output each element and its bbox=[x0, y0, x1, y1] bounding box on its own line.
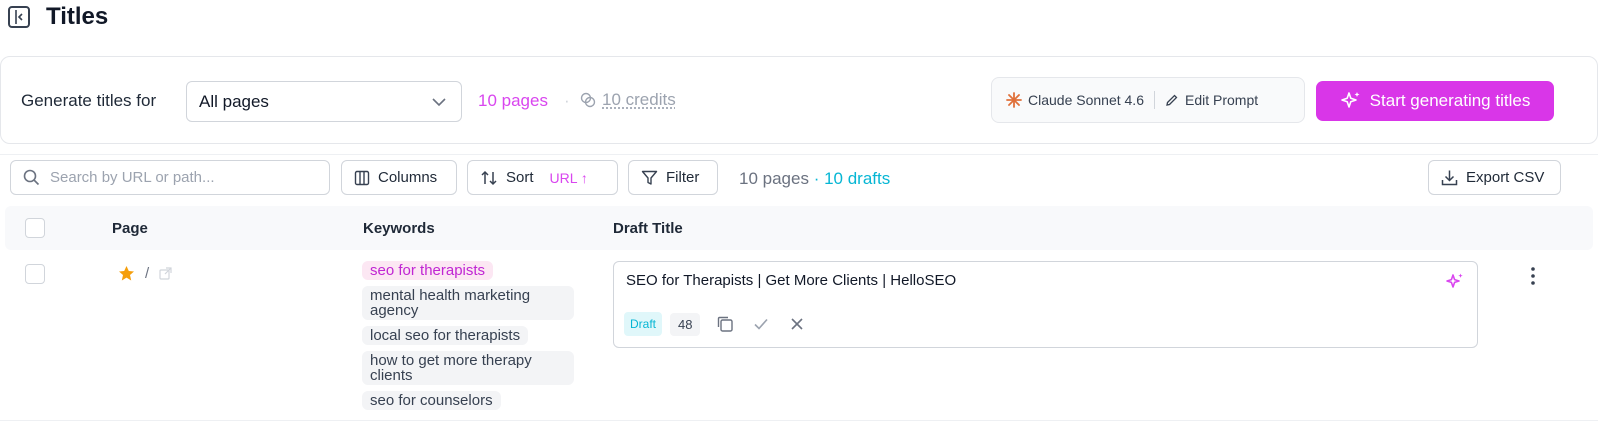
status-badge: Draft bbox=[624, 312, 663, 336]
credits-text: 10 credits bbox=[602, 90, 676, 109]
coins-icon bbox=[580, 92, 596, 108]
check-icon[interactable] bbox=[750, 313, 772, 335]
draft-title-editor[interactable]: SEO for Therapists | Get More Clients | … bbox=[613, 261, 1478, 348]
generate-panel: Generate titles for All pages 10 pages ·… bbox=[0, 56, 1598, 144]
star-icon[interactable] bbox=[118, 265, 135, 282]
sidebar-collapse-icon[interactable] bbox=[8, 6, 30, 28]
char-count-badge: 48 bbox=[670, 312, 701, 336]
more-options-icon[interactable] bbox=[1525, 266, 1541, 286]
column-header-keywords[interactable]: Keywords bbox=[363, 220, 435, 237]
row-divider bbox=[0, 420, 1598, 421]
keyword-tag: seo for counselors bbox=[362, 391, 501, 410]
filter-label: Filter bbox=[666, 169, 700, 186]
column-header-draft-title[interactable]: Draft Title bbox=[613, 220, 683, 237]
search-box[interactable] bbox=[10, 160, 330, 195]
page-header: Titles bbox=[8, 0, 108, 34]
columns-label: Columns bbox=[378, 169, 438, 186]
summary-drafts: · 10 drafts bbox=[813, 169, 891, 188]
model-divider bbox=[1153, 91, 1155, 109]
select-all-checkbox[interactable] bbox=[25, 218, 45, 238]
toolbar-divider bbox=[0, 154, 1598, 155]
pages-count: 10 pages bbox=[478, 91, 548, 110]
draft-title-text[interactable]: SEO for Therapists | Get More Clients | … bbox=[626, 272, 956, 289]
close-icon[interactable] bbox=[786, 313, 808, 335]
model-selector: Claude Sonnet 4.6 Edit Prompt bbox=[991, 77, 1305, 123]
claude-logo-icon bbox=[1006, 92, 1022, 108]
search-icon bbox=[23, 169, 40, 186]
pencil-icon bbox=[1166, 94, 1178, 106]
model-name: Claude Sonnet 4.6 bbox=[1028, 92, 1144, 108]
chevron-down-icon bbox=[432, 98, 446, 107]
edit-prompt-label: Edit Prompt bbox=[1184, 92, 1259, 108]
columns-button[interactable]: Columns bbox=[341, 160, 457, 195]
keywords-cell: seo for therapists mental health marketi… bbox=[362, 261, 574, 416]
sort-arrows-icon bbox=[481, 170, 497, 185]
column-header-page[interactable]: Page bbox=[112, 220, 148, 237]
generate-label: Generate titles for bbox=[21, 91, 157, 110]
columns-icon bbox=[354, 170, 370, 185]
keyword-tag: how to get more therapy clients bbox=[362, 351, 574, 385]
export-csv-button[interactable]: Export CSV bbox=[1428, 160, 1561, 195]
separator-dot: · bbox=[564, 91, 570, 110]
page-path[interactable]: / bbox=[145, 265, 149, 282]
sparkles-icon bbox=[1340, 92, 1360, 108]
start-generating-button[interactable]: Start generating titles bbox=[1316, 81, 1554, 121]
table-header bbox=[5, 206, 1593, 250]
page-title: Titles bbox=[46, 3, 109, 30]
external-link-icon[interactable] bbox=[159, 267, 172, 280]
page-scope-select[interactable]: All pages bbox=[186, 81, 462, 122]
summary-pages: 10 pages bbox=[739, 169, 809, 188]
table-summary: 10 pages · 10 drafts bbox=[739, 169, 890, 189]
keyword-tag: local seo for therapists bbox=[362, 326, 529, 345]
credits-info[interactable]: 10 credits bbox=[580, 90, 676, 110]
filter-button[interactable]: Filter bbox=[628, 160, 718, 195]
sort-label: Sort bbox=[506, 169, 534, 186]
keyword-tag: mental health marketing agency bbox=[362, 286, 574, 320]
page-scope-value: All pages bbox=[199, 91, 269, 111]
sort-button[interactable]: Sort URL ↑ bbox=[467, 160, 618, 195]
export-csv-label: Export CSV bbox=[1466, 169, 1545, 186]
search-input[interactable] bbox=[50, 169, 310, 186]
start-generating-label: Start generating titles bbox=[1369, 91, 1531, 110]
sort-badge: URL ↑ bbox=[549, 169, 588, 186]
filter-icon bbox=[641, 170, 658, 185]
copy-icon[interactable] bbox=[714, 313, 736, 335]
download-icon bbox=[1441, 170, 1458, 186]
keyword-tag-primary: seo for therapists bbox=[362, 261, 494, 280]
row-checkbox[interactable] bbox=[25, 264, 45, 284]
draft-meta-row: Draft 48 bbox=[624, 312, 808, 336]
page-cell: / bbox=[118, 265, 172, 282]
model-name-button[interactable]: Claude Sonnet 4.6 bbox=[1006, 92, 1144, 108]
edit-prompt-button[interactable]: Edit Prompt bbox=[1165, 92, 1258, 108]
regenerate-sparkles-icon[interactable] bbox=[1445, 272, 1465, 292]
